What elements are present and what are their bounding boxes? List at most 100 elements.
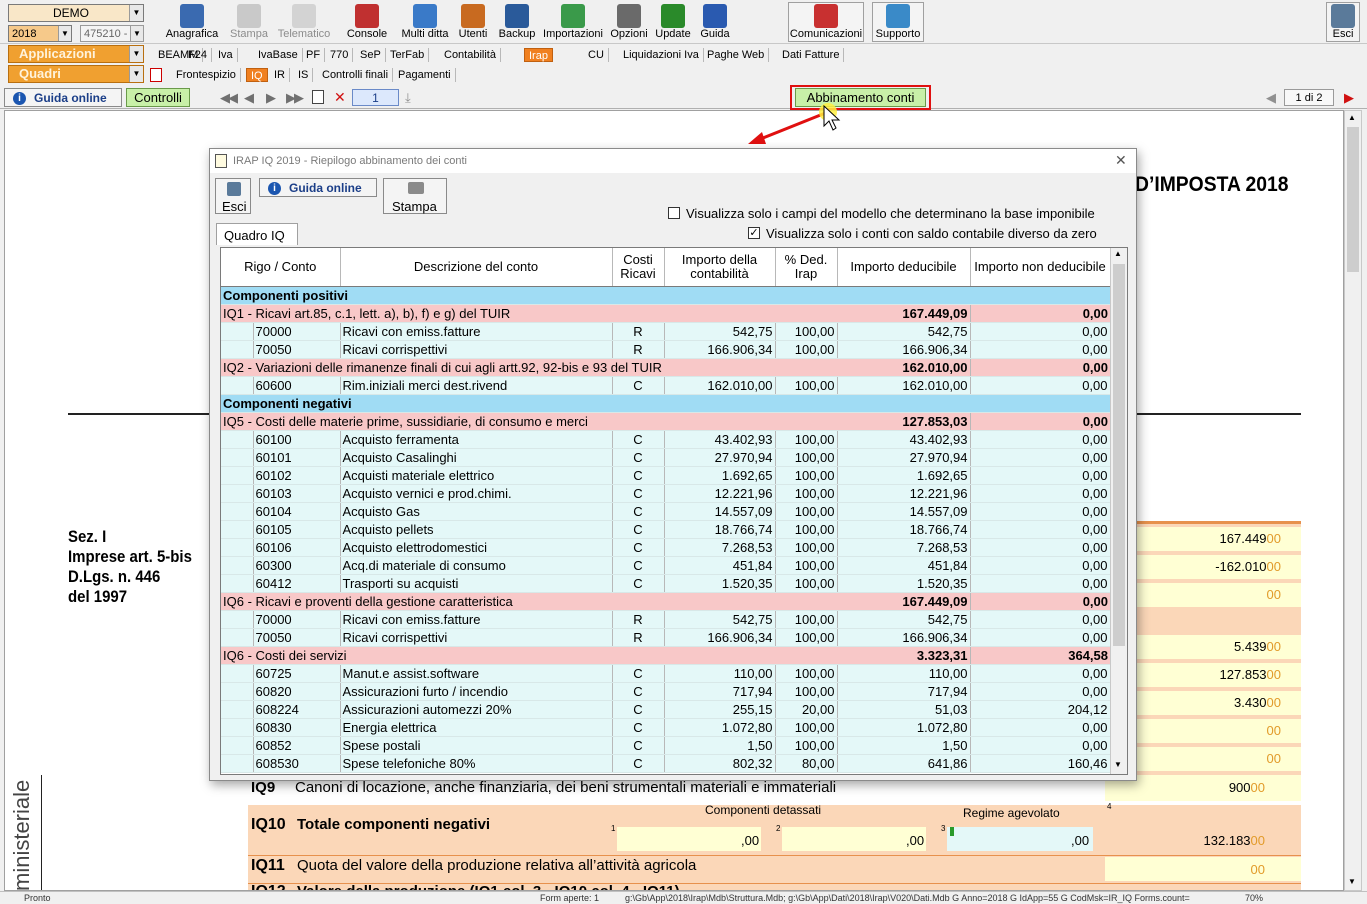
toolbar-button[interactable]: Opzioni xyxy=(608,2,650,42)
col-header[interactable]: % Ded. Irap xyxy=(775,248,838,287)
table-row[interactable]: 70050 Ricavi corrispettivi R 166.906,34 100,… xyxy=(221,340,1111,359)
table-row[interactable]: 70000 Ricavi con emiss.fatture R 542,75 100,… xyxy=(221,610,1111,629)
table-row[interactable]: 60830 Energia elettrica C 1.072,80 100,00 1.0… xyxy=(221,718,1111,737)
toolbar-button[interactable]: Backup xyxy=(496,2,538,42)
chevron-down-icon[interactable]: ▼ xyxy=(129,46,143,62)
table-row[interactable]: 70050 Ricavi corrispettivi R 166.906,34 100,… xyxy=(221,628,1111,647)
table-row[interactable]: 60412 Trasporti su acquisti C 1.520,35 100,0… xyxy=(221,574,1111,593)
delete-page-icon[interactable]: ✕ xyxy=(334,89,346,106)
base-imponibile-checkbox[interactable] xyxy=(668,207,680,219)
company-select[interactable]: DEMO ▼ xyxy=(8,4,144,22)
table-row[interactable]: 60104 Acquisto Gas C 14.557,09 100,00 14.557,… xyxy=(221,502,1111,521)
group-row[interactable]: IQ2 - Variazioni delle rimanenze finali … xyxy=(221,358,1110,377)
app-tab[interactable]: 770 xyxy=(326,48,354,62)
chevron-down-icon[interactable]: ▼ xyxy=(130,26,143,41)
app-tab[interactable]: PF xyxy=(302,48,326,62)
col-header[interactable]: Importo deducibile xyxy=(837,248,971,287)
esci-button[interactable]: Esci xyxy=(215,178,251,214)
toolbar-button[interactable]: Anagrafica xyxy=(162,2,222,42)
table-row[interactable]: 60101 Acquisto Casalinghi C 27.970,94 100,00… xyxy=(221,448,1111,467)
code-select[interactable]: 475210 - ▼ xyxy=(80,25,144,42)
page-scrollbar[interactable]: ▲ ▼ xyxy=(1344,110,1362,891)
dialog-stampa-button[interactable]: Stampa xyxy=(383,178,447,214)
first-page-icon[interactable]: ◀◀ xyxy=(220,90,238,106)
app-tab[interactable]: Paghe Web xyxy=(703,48,770,62)
chevron-down-icon[interactable]: ▼ xyxy=(129,5,143,21)
group-row[interactable]: IQ6 - Costi dei servizi 3.323,31 364,58 xyxy=(221,646,1110,665)
scrollbar-thumb[interactable] xyxy=(1347,127,1359,272)
toolbar-button[interactable]: Importazioni xyxy=(540,2,606,42)
dialog-guida-online-button[interactable]: i Guida online xyxy=(259,178,377,197)
applicazioni-select[interactable]: Applicazioni ▼ xyxy=(8,45,144,63)
app-tab[interactable]: IvaBase xyxy=(254,48,303,62)
next-page-icon[interactable]: ▶ xyxy=(266,90,276,106)
quadro-tab[interactable]: IR xyxy=(270,68,290,82)
toolbar-button[interactable]: Telematico xyxy=(272,2,336,42)
table-row[interactable]: 60725 Manut.e assist.software C 110,00 100,0… xyxy=(221,664,1111,683)
prev-form-icon[interactable]: ◀ xyxy=(1266,90,1276,106)
quadro-tab[interactable]: Frontespizio xyxy=(172,68,241,82)
scroll-down-icon[interactable]: ▼ xyxy=(1348,877,1356,886)
col-header[interactable]: Descrizione del conto xyxy=(340,248,613,287)
toolbar-button[interactable]: Stampa xyxy=(228,2,270,42)
toolbar-button[interactable]: Multi ditta xyxy=(400,2,450,42)
group-row[interactable]: IQ6 - Ricavi e proventi della gestione c… xyxy=(221,592,1110,611)
app-tab[interactable]: Dati Fatture xyxy=(778,48,845,62)
app-tab[interactable]: Irap xyxy=(524,48,553,62)
page-number-field[interactable]: 1 xyxy=(352,89,399,106)
next-form-icon[interactable]: ▶ xyxy=(1344,90,1354,106)
table-row[interactable]: 60103 Acquisto vernici e prod.chimi. C 12.2… xyxy=(221,484,1111,503)
table-row[interactable]: 608530 Spese telefoniche 80% C 802,32 80,00 6… xyxy=(221,754,1111,773)
scrollbar-thumb[interactable] xyxy=(1113,264,1125,646)
saldo-diverso-zero-checkbox[interactable]: ✓ xyxy=(748,227,760,239)
app-tab[interactable]: Liquidazioni Iva xyxy=(619,48,704,62)
table-row[interactable]: 60105 Acquisto pellets C 18.766,74 100,00 18.… xyxy=(221,520,1111,539)
toolbar-button[interactable]: Supporto xyxy=(872,2,924,42)
table-row[interactable]: 60106 Acquisto elettrodomestici C 7.268,53 1… xyxy=(221,538,1111,557)
app-tab[interactable]: SeP xyxy=(356,48,386,62)
pdf-icon[interactable] xyxy=(150,68,162,82)
app-tab[interactable]: F24 xyxy=(184,48,212,62)
table-row[interactable]: 60300 Acq.di materiale di consumo C 451,84 1… xyxy=(221,556,1111,575)
tab-quadro-iq[interactable]: Quadro IQ xyxy=(216,223,298,245)
app-tab[interactable]: CU xyxy=(584,48,609,62)
toolbar-button[interactable]: Console xyxy=(340,2,394,42)
table-row[interactable]: 60852 Spese postali C 1,50 100,00 1,50 0,00 xyxy=(221,736,1111,755)
app-tab[interactable]: TerFab xyxy=(386,48,430,62)
app-tab[interactable]: Contabilità xyxy=(440,48,501,62)
toolbar-button[interactable]: Comunicazioni xyxy=(788,2,864,42)
last-page-icon[interactable]: ▶▶ xyxy=(286,90,304,106)
col-header[interactable]: Rigo / Conto xyxy=(221,248,341,287)
col-header[interactable]: Importo non deducibile xyxy=(970,248,1111,287)
new-page-icon[interactable] xyxy=(312,90,324,104)
chevron-down-icon[interactable]: ▼ xyxy=(58,26,71,41)
controlli-button[interactable]: Controlli xyxy=(126,88,190,107)
table-row[interactable]: 60102 Acquisti materiale elettrico C 1.692,… xyxy=(221,466,1111,485)
quadro-tab[interactable]: Pagamenti xyxy=(394,68,456,82)
quadro-tab[interactable]: IQ xyxy=(246,68,268,82)
table-row[interactable]: 60100 Acquisto ferramenta C 43.402,93 100,00… xyxy=(221,430,1111,449)
quadro-tab[interactable]: Controlli finali xyxy=(318,68,394,82)
scroll-down-icon[interactable]: ▼ xyxy=(1114,760,1122,769)
section-row[interactable]: Componenti negativi xyxy=(221,394,1110,413)
section-row[interactable]: Componenti positivi xyxy=(221,286,1110,305)
guida-online-button[interactable]: i Guida online xyxy=(4,88,122,107)
app-tab[interactable]: Iva xyxy=(214,48,238,62)
table-row[interactable]: 60820 Assicurazioni furto / incendio C 717,… xyxy=(221,682,1111,701)
group-row[interactable]: IQ5 - Costi delle materie prime, sussidi… xyxy=(221,412,1110,431)
iq10-col1-field[interactable] xyxy=(617,827,761,851)
scroll-up-icon[interactable]: ▲ xyxy=(1114,249,1122,258)
toolbar-button[interactable]: Utenti xyxy=(454,2,492,42)
toolbar-button[interactable]: Update xyxy=(652,2,694,42)
goto-page-icon[interactable]: ⤓ xyxy=(405,90,411,106)
col-header[interactable]: Costi Ricavi xyxy=(612,248,665,287)
table-row[interactable]: 608224 Assicurazioni automezzi 20% C 255,15… xyxy=(221,700,1111,719)
table-row[interactable]: 60600 Rim.iniziali merci dest.rivend C 162.… xyxy=(221,376,1111,395)
scroll-up-icon[interactable]: ▲ xyxy=(1348,113,1356,122)
toolbar-button[interactable]: Esci xyxy=(1326,2,1360,42)
col-header[interactable]: Importo della contabilità xyxy=(664,248,776,287)
close-icon[interactable]: ✕ xyxy=(1115,152,1127,169)
iq10-col2-field[interactable] xyxy=(782,827,926,851)
grid-scrollbar[interactable]: ▲ ▼ xyxy=(1110,248,1127,774)
year-select[interactable]: 2018 ▼ xyxy=(8,25,72,42)
